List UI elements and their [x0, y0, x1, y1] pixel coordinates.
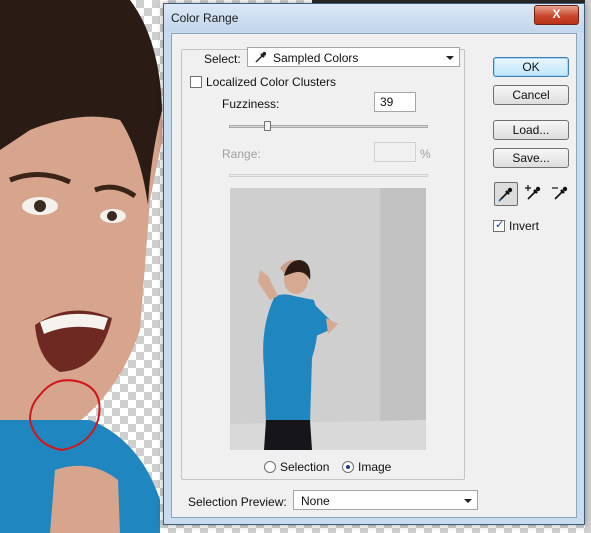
eyedropper-plus-icon: [525, 185, 541, 200]
select-value: Sampled Colors: [273, 51, 359, 65]
fuzziness-slider-track[interactable]: [229, 125, 428, 128]
fuzziness-slider-thumb[interactable]: [264, 121, 271, 131]
background-photo: [0, 0, 163, 533]
subtract-from-sample-tool[interactable]: [549, 182, 573, 206]
image-radio-label: Image: [358, 460, 392, 474]
eyedropper-icon: [498, 187, 513, 202]
localized-clusters-label: Localized Color Clusters: [206, 75, 337, 89]
chevron-down-icon: [446, 56, 454, 60]
cancel-button[interactable]: Cancel: [493, 85, 569, 105]
selection-preview-value: None: [301, 494, 330, 508]
eyedropper-minus-icon: [552, 186, 568, 200]
select-label: Select:: [204, 52, 241, 66]
range-unit: %: [420, 147, 431, 161]
chevron-down-icon: [464, 499, 472, 503]
add-to-sample-tool[interactable]: [522, 182, 546, 206]
select-dropdown[interactable]: Sampled Colors: [247, 47, 460, 67]
localized-clusters-checkbox[interactable]: [190, 76, 202, 88]
eyedropper-tool[interactable]: [494, 182, 518, 206]
dialog-title: Color Range: [171, 11, 239, 25]
save-button[interactable]: Save...: [493, 148, 569, 168]
load-button[interactable]: Load...: [493, 120, 569, 140]
range-input: [374, 142, 416, 162]
range-label: Range:: [222, 147, 261, 161]
title-bar: Color Range X: [164, 4, 584, 32]
fuzziness-input[interactable]: 39: [374, 92, 416, 112]
close-button[interactable]: X: [534, 5, 579, 25]
image-radio[interactable]: [342, 461, 354, 473]
selection-preview-dropdown[interactable]: None: [293, 490, 478, 510]
ok-button[interactable]: OK: [493, 57, 569, 77]
image-preview: [230, 188, 426, 450]
selection-radio[interactable]: [264, 461, 276, 473]
invert-label: Invert: [509, 219, 540, 233]
selection-preview-label: Selection Preview:: [188, 495, 287, 509]
selection-radio-label: Selection: [280, 460, 330, 474]
eyedropper-icon: [255, 51, 267, 63]
invert-checkbox[interactable]: ✓: [493, 219, 505, 232]
range-slider-track: [229, 174, 428, 177]
fuzziness-label: Fuzziness:: [222, 97, 280, 111]
background-edge: [585, 0, 591, 533]
